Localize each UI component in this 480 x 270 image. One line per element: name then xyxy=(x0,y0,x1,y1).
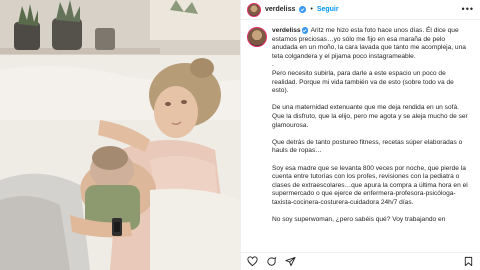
caption-avatar[interactable] xyxy=(247,27,267,47)
avatar[interactable] xyxy=(247,2,261,17)
post-sidebar: verdeliss • Seguir ••• verdeliss Aritz m… xyxy=(240,0,480,270)
separator-dot: • xyxy=(310,6,313,13)
caption-dot: . xyxy=(272,61,274,69)
caption-paragraph-3: Que detrás de tanto postureo fitness, re… xyxy=(272,138,463,155)
instagram-post: verdeliss • Seguir ••• verdeliss Aritz m… xyxy=(0,0,480,270)
caption-username-link[interactable]: verdeliss xyxy=(272,27,301,34)
bookmark-icon[interactable] xyxy=(463,256,474,267)
follow-button[interactable]: Seguir xyxy=(317,6,339,13)
caption: verdeliss Aritz me hizo esta foto hace u… xyxy=(241,20,480,225)
verified-badge-icon xyxy=(301,27,309,34)
verified-badge-icon xyxy=(299,6,307,13)
caption-text: verdeliss Aritz me hizo esta foto hace u… xyxy=(272,27,470,225)
more-options-button[interactable]: ••• xyxy=(462,5,474,14)
share-icon[interactable] xyxy=(285,256,296,267)
post-header: verdeliss • Seguir ••• xyxy=(241,0,480,20)
caption-paragraph-5: No soy superwoman, ¿pero sabéis qué? Voy… xyxy=(272,216,446,224)
caption-paragraph-2: De una maternidad extenuante que me deja… xyxy=(272,104,468,129)
caption-intro: Aritz me hizo esta foto hace unos días. … xyxy=(272,27,466,60)
mother-and-baby-photo xyxy=(0,0,240,270)
username-link[interactable]: verdeliss xyxy=(265,6,295,13)
heart-icon[interactable] xyxy=(247,256,258,267)
caption-paragraph-1: Pero necesito subirla, para darle a este… xyxy=(272,69,454,95)
caption-paragraph-4: Soy esa madre que se levanta 800 veces p… xyxy=(272,164,468,206)
post-photo[interactable] xyxy=(0,0,240,270)
action-bar xyxy=(241,252,480,270)
comment-icon[interactable] xyxy=(266,256,277,267)
